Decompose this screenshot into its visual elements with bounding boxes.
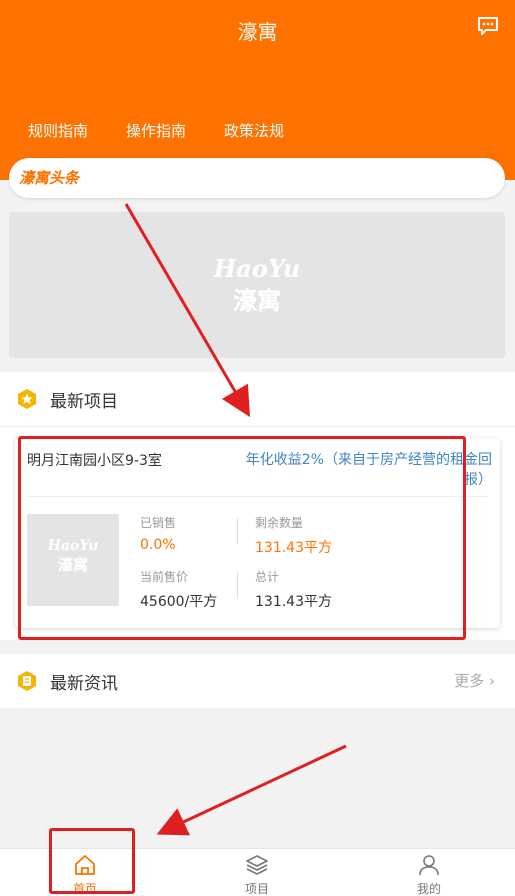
arrow-to-card: [124, 203, 251, 418]
annotation-arrows: [124, 203, 347, 836]
arrow-to-home-tab: [156, 744, 347, 836]
